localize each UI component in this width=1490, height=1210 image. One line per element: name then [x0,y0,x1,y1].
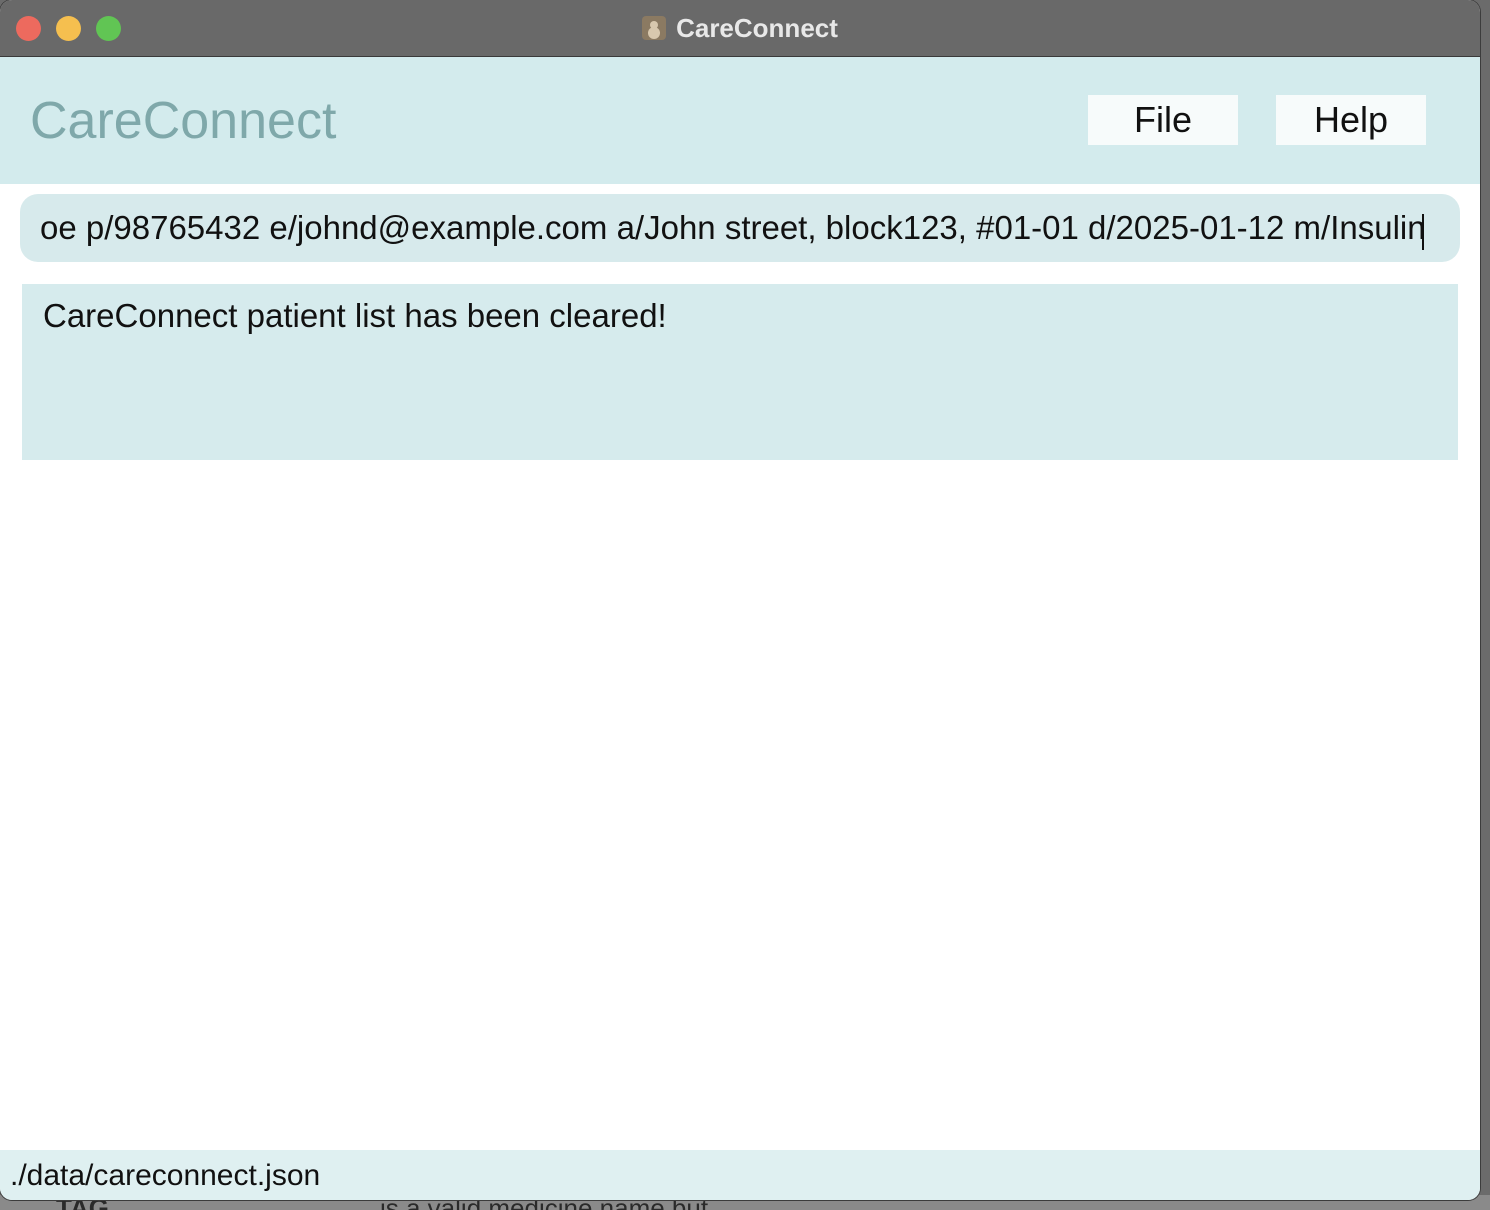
result-display: CareConnect patient list has been cleare… [22,284,1458,460]
result-message: CareConnect patient list has been cleare… [43,297,667,334]
app-window: CareConnect CareConnect File Help oe p/9… [0,0,1480,1200]
command-box[interactable]: oe p/98765432 e/johnd@example.com a/John… [20,194,1460,262]
command-input[interactable]: oe p/98765432 e/johnd@example.com a/John… [40,194,1440,262]
file-menu-button[interactable]: File [1088,95,1238,145]
window-title: CareConnect [676,12,838,43]
help-menu-button[interactable]: Help [1276,95,1426,145]
app-header: CareConnect File Help [0,57,1480,184]
title-bar[interactable]: CareConnect [0,0,1480,57]
patient-list-panel[interactable] [0,460,1480,1150]
save-file-path: ./data/careconnect.json [10,1159,321,1192]
window-title-wrap: CareConnect [0,0,1480,56]
app-icon [642,16,667,40]
command-input-text: oe p/98765432 e/johnd@example.com a/John… [40,209,1426,246]
text-caret [1422,214,1424,250]
status-bar: ./data/careconnect.json [0,1150,1480,1200]
brand-title: CareConnect [30,92,337,150]
